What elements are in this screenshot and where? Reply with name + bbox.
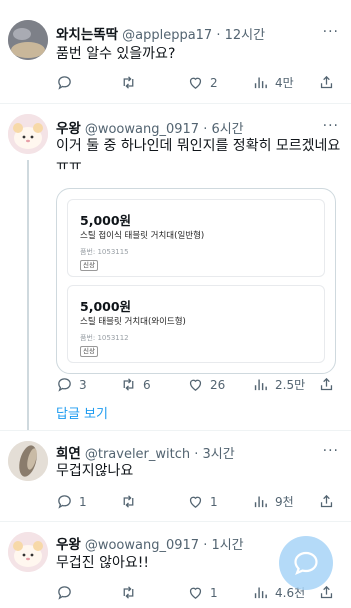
reply-count: 3	[79, 377, 87, 392]
like-button[interactable]: 1	[187, 493, 218, 510]
avatar[interactable]	[8, 441, 48, 481]
retweet-icon	[123, 378, 134, 391]
thread-line	[27, 160, 29, 430]
product-code: 품번: 1053115	[80, 248, 129, 256]
view-count: 2.5만	[275, 378, 306, 392]
like-count: 1	[210, 585, 218, 600]
tweet-2[interactable]: 우왕 @woowang_0917 · 6시간 ··· 이거 둘 중 하나인데 뭐…	[0, 104, 351, 430]
views-button[interactable]: 2.5만	[252, 376, 305, 393]
like-button[interactable]: 26	[187, 376, 225, 393]
product-code: 품번: 1053112	[80, 334, 129, 342]
compose-icon	[294, 551, 318, 576]
retweet-count: 6	[143, 377, 151, 392]
retweet-icon	[123, 586, 134, 599]
handle-time[interactable]: @woowang_0917 · 6시간	[85, 118, 244, 137]
compose-button[interactable]	[279, 536, 333, 590]
retweet-button[interactable]	[120, 584, 143, 601]
tweet-3[interactable]: 희연 @traveler_witch · 3시간 ··· 무겁지않나요 1 1 …	[0, 431, 351, 521]
handle-time[interactable]: @woowang_0917 · 1시간	[85, 534, 244, 553]
product-badge: 신상	[80, 260, 98, 271]
like-icon	[189, 77, 202, 89]
retweet-button[interactable]: 6	[120, 376, 151, 393]
views-button[interactable]: 9천	[252, 493, 294, 510]
retweet-button[interactable]	[120, 493, 143, 510]
reply-button[interactable]	[56, 74, 79, 91]
view-count: 9천	[275, 495, 294, 509]
display-name[interactable]: 우왕	[56, 533, 81, 553]
share-icon	[320, 494, 333, 508]
reply-count: 1	[79, 494, 87, 509]
display-name[interactable]: 우왕	[56, 117, 81, 137]
handle-time[interactable]: @appleppa17 · 12시간	[122, 24, 265, 43]
like-icon	[189, 379, 202, 391]
like-count: 1	[210, 494, 218, 509]
product-title: 스틸 태블릿 거치대(와이드형)	[80, 317, 186, 327]
reply-icon	[58, 586, 71, 600]
attached-image[interactable]: 5,000원 스틸 접이식 태블릿 거치대(일반형) 품번: 1053115 신…	[56, 188, 336, 374]
tweet-text: 무겁지않나요	[56, 463, 134, 479]
retweet-icon	[123, 76, 134, 89]
retweet-icon	[123, 495, 134, 508]
reply-button[interactable]	[56, 584, 79, 601]
share-button[interactable]	[318, 493, 335, 510]
avatar[interactable]	[8, 20, 48, 60]
reply-icon	[58, 378, 71, 392]
tweet-text: 이거 둘 중 하나인데 뭐인지를 정확히 모르겠네요ㅠㅠ	[56, 138, 341, 174]
like-button[interactable]: 1	[187, 584, 218, 601]
product-price: 5,000원	[80, 213, 132, 228]
tweet-text: 품번 알수 있을까요?	[56, 46, 176, 62]
views-button[interactable]: 4만	[252, 74, 294, 91]
more-icon[interactable]: ···	[323, 443, 339, 459]
views-icon	[254, 77, 267, 89]
display-name[interactable]: 와치는똑딱	[56, 23, 118, 43]
retweet-button[interactable]	[120, 74, 143, 91]
view-count: 4만	[275, 76, 294, 90]
reply-button[interactable]: 1	[56, 493, 87, 510]
tweet-1[interactable]: 와치는똑딱 @appleppa17 · 12시간 ··· 품번 알수 있을까요?…	[0, 0, 351, 102]
like-icon	[189, 496, 202, 508]
share-icon	[320, 75, 333, 89]
like-button[interactable]: 2	[187, 74, 218, 91]
show-replies-link[interactable]: 답글 보기	[56, 403, 108, 422]
share-button[interactable]	[318, 376, 335, 393]
views-icon	[254, 496, 267, 508]
like-count: 26	[210, 377, 226, 392]
like-count: 2	[210, 75, 218, 90]
avatar[interactable]	[8, 532, 48, 572]
share-button[interactable]	[318, 74, 335, 91]
views-icon	[254, 587, 267, 599]
product-card: 5,000원 스틸 태블릿 거치대(와이드형) 품번: 1053112 신상	[67, 285, 325, 363]
product-card: 5,000원 스틸 접이식 태블릿 거치대(일반형) 품번: 1053115 신…	[67, 199, 325, 277]
share-icon	[320, 377, 333, 391]
views-icon	[254, 379, 267, 391]
display-name[interactable]: 희연	[56, 442, 81, 462]
more-icon[interactable]: ···	[323, 24, 339, 40]
avatar[interactable]	[8, 114, 48, 154]
like-icon	[189, 587, 202, 599]
product-price: 5,000원	[80, 299, 132, 314]
product-title: 스틸 접이식 태블릿 거치대(일반형)	[80, 231, 205, 241]
reply-icon	[58, 76, 71, 90]
handle-time[interactable]: @traveler_witch · 3시간	[85, 443, 235, 462]
reply-button[interactable]: 3	[56, 376, 87, 393]
more-icon[interactable]: ···	[323, 118, 339, 134]
product-badge: 신상	[80, 346, 98, 357]
reply-icon	[58, 495, 71, 509]
